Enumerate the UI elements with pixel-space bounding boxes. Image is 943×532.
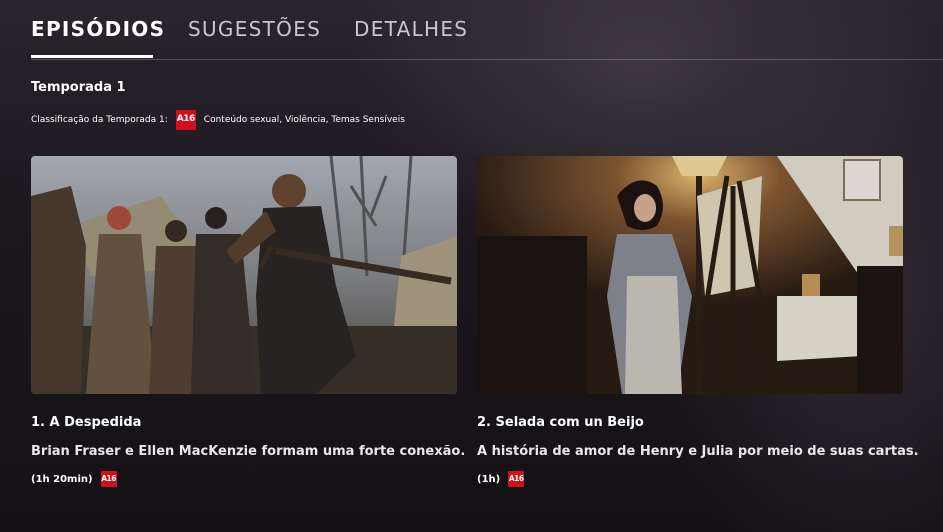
episode-2-title: 2. Selada com un Beijo	[477, 415, 903, 430]
tab-episodes[interactable]: EPISÓDIOS	[31, 17, 165, 43]
season-rating-descriptors: Conteúdo sexual, Violência, Temas Sensív…	[204, 115, 405, 125]
age-rating-badge: A16	[176, 110, 196, 130]
episode-1-meta: (1h 20min) A16	[31, 471, 457, 487]
episode-2-age-badge: A16	[508, 471, 524, 487]
episode-1-age-badge: A16	[101, 471, 117, 487]
tab-suggestions[interactable]: SUGESTÕES	[188, 17, 321, 43]
episode-1-title: 1. A Despedida	[31, 415, 457, 430]
tabs-divider	[31, 59, 943, 60]
episode-1-thumbnail[interactable]	[31, 156, 457, 394]
season-rating-label: Classificação da Temporada 1:	[31, 115, 168, 125]
tab-details[interactable]: DETALHES	[354, 17, 468, 43]
woman-painting-image	[477, 156, 903, 394]
battle-scene-image	[31, 156, 457, 394]
episode-card-1[interactable]: 1. A Despedida Brian Fraser e Ellen MacK…	[31, 156, 457, 487]
episode-card-2[interactable]: 2. Selada com un Beijo A história de amo…	[477, 156, 903, 487]
tab-bar: EPISÓDIOS SUGESTÕES DETALHES	[0, 0, 943, 60]
active-tab-indicator	[31, 55, 153, 58]
episode-2-thumbnail[interactable]	[477, 156, 903, 394]
episode-1-description: Brian Fraser e Ellen MacKenzie formam um…	[31, 444, 457, 459]
episode-1-duration: (1h 20min)	[31, 474, 93, 485]
season-title: Temporada 1	[31, 80, 126, 95]
episode-2-description: A história de amor de Henry e Julia por …	[477, 444, 903, 459]
episode-2-meta: (1h) A16	[477, 471, 903, 487]
episode-2-duration: (1h)	[477, 474, 500, 485]
season-rating-row: Classificação da Temporada 1: A16 Conteú…	[31, 110, 405, 130]
